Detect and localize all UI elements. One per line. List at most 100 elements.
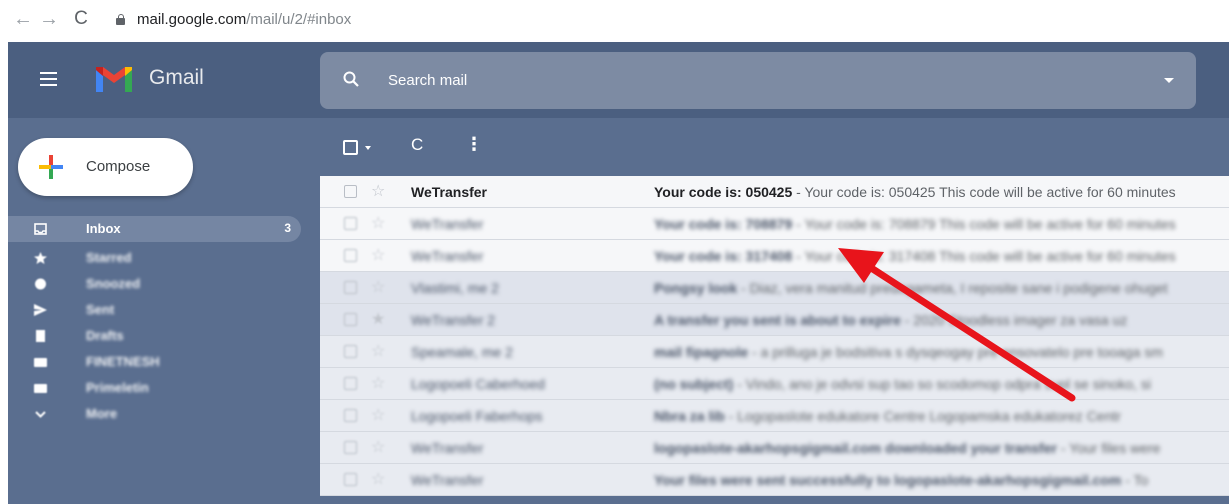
select-dropdown-icon[interactable] xyxy=(365,146,371,150)
email-sender: WeTransfer 2 xyxy=(411,312,496,328)
reload-icon[interactable]: C xyxy=(68,0,94,38)
lock-icon xyxy=(116,13,125,25)
email-row[interactable]: ☆ WeTransfer Your code is: 050425 - Your… xyxy=(320,176,1229,208)
email-row[interactable]: ☆ WeTransfer logopaslote-akarhopsgigmail… xyxy=(320,432,1229,464)
email-subject-line: A transfer you sent is about to expire -… xyxy=(654,312,1229,328)
send-icon xyxy=(34,304,47,316)
clock-icon xyxy=(35,278,46,290)
list-toolbar: C ⋮ xyxy=(320,130,1229,174)
sidebar-item-sent[interactable]: Sent xyxy=(8,297,301,323)
email-sender: Vlastimi, me 2 xyxy=(411,280,499,296)
unread-count: 3 xyxy=(284,221,291,235)
search-options-icon[interactable] xyxy=(1164,78,1174,83)
star-icon[interactable]: ☆ xyxy=(371,437,385,457)
sidebar-item-label: More xyxy=(86,406,118,421)
search-bar[interactable]: Search mail xyxy=(320,52,1196,109)
email-subject: Your files were sent successfully to log… xyxy=(654,472,1122,488)
star-icon[interactable]: ★ xyxy=(371,309,385,329)
row-checkbox[interactable] xyxy=(344,377,357,390)
email-row[interactable]: ☆ Logopoeli Faberhops Nbra za lib - Logo… xyxy=(320,400,1229,432)
email-subject: logopaslote-akarhopsgigmail.com download… xyxy=(654,440,1057,456)
email-row[interactable]: ☆ WeTransfer Your code is: 317408 - Your… xyxy=(320,240,1229,272)
email-sender: WeTransfer xyxy=(411,248,484,264)
sidebar-item-label: Starred xyxy=(86,250,132,265)
email-snippet: - Your code is: 317408 This code will be… xyxy=(792,248,1176,264)
select-all-checkbox[interactable] xyxy=(343,140,358,155)
email-row[interactable]: ☆ Speamale, me 2 mail fipagnole - a pril… xyxy=(320,336,1229,368)
compose-button[interactable]: Compose xyxy=(18,138,193,196)
email-list: ☆ WeTransfer Your code is: 050425 - Your… xyxy=(320,176,1229,496)
sidebar-item-snoozed[interactable]: Snoozed xyxy=(8,271,301,297)
sidebar-item-label: Snoozed xyxy=(86,276,141,291)
email-row[interactable]: ☆ Vlastimi, me 2 Pongsy look - Diaz, ver… xyxy=(320,272,1229,304)
email-snippet: - Logopaslote edukatore Centre Logopamsk… xyxy=(724,408,1121,424)
star-icon[interactable]: ☆ xyxy=(371,341,385,361)
sidebar-item-drafts[interactable]: Drafts xyxy=(8,323,301,349)
row-checkbox[interactable] xyxy=(344,441,357,454)
more-options-icon[interactable]: ⋮ xyxy=(465,134,483,155)
email-subject-line: Your code is: 708879 - Your code is: 708… xyxy=(654,216,1229,232)
address-bar[interactable]: mail.google.com/mail/u/2/#inbox xyxy=(116,11,351,28)
row-checkbox[interactable] xyxy=(344,409,357,422)
email-subject: Pongsy look xyxy=(654,280,738,296)
label-icon xyxy=(34,384,47,393)
email-subject-line: Your code is: 050425 - Your code is: 050… xyxy=(654,184,1229,200)
menu-icon[interactable] xyxy=(40,72,57,90)
search-icon[interactable] xyxy=(343,71,359,87)
label-icon xyxy=(34,358,47,367)
refresh-icon[interactable]: C xyxy=(411,135,423,155)
email-subject: (no subject) xyxy=(654,376,734,392)
email-sender: WeTransfer xyxy=(411,472,484,488)
browser-toolbar: ← → C mail.google.com/mail/u/2/#inbox xyxy=(0,0,1229,38)
sidebar-item-label: Sent xyxy=(86,302,115,317)
sidebar-item-label: Primeletin xyxy=(86,380,149,395)
sidebar-item-label-2[interactable]: Primeletin xyxy=(8,375,301,401)
email-snippet: - To xyxy=(1121,472,1149,488)
sidebar-item-starred[interactable]: Starred xyxy=(8,245,301,271)
gmail-logo xyxy=(96,67,132,92)
email-row[interactable]: ☆ Logopoeli Caberhoed (no subject) - Vin… xyxy=(320,368,1229,400)
sidebar-item-label-1[interactable]: FINETNESH xyxy=(8,349,301,375)
url-path: /mail/u/2/#inbox xyxy=(246,10,352,28)
star-icon[interactable]: ☆ xyxy=(371,181,385,201)
gmail-brand: Gmail xyxy=(149,66,204,89)
row-checkbox[interactable] xyxy=(344,185,357,198)
email-row[interactable]: ★ WeTransfer 2 A transfer you sent is ab… xyxy=(320,304,1229,336)
row-checkbox[interactable] xyxy=(344,217,357,230)
email-subject-line: Your files were sent successfully to log… xyxy=(654,472,1229,488)
email-row[interactable]: ☆ WeTransfer Your files were sent succes… xyxy=(320,464,1229,496)
row-checkbox[interactable] xyxy=(344,313,357,326)
back-icon[interactable]: ← xyxy=(10,0,36,38)
compose-label: Compose xyxy=(86,158,151,175)
draft-icon xyxy=(36,330,45,342)
email-subject: mail fipagnole xyxy=(654,344,749,360)
email-snippet: - Your files were xyxy=(1056,440,1161,456)
star-icon[interactable]: ☆ xyxy=(371,245,385,265)
sidebar-item-label: FINETNESH xyxy=(86,354,160,369)
sidebar-item-inbox[interactable]: Inbox 3 xyxy=(8,216,301,242)
email-sender: WeTransfer xyxy=(411,184,487,200)
star-icon[interactable]: ☆ xyxy=(371,373,385,393)
row-checkbox[interactable] xyxy=(344,473,357,486)
forward-icon[interactable]: → xyxy=(36,0,62,38)
row-checkbox[interactable] xyxy=(344,281,357,294)
email-sender: Logopoeli Faberhops xyxy=(411,408,543,424)
email-subject: Nbra za lib xyxy=(654,408,725,424)
star-icon[interactable]: ☆ xyxy=(371,277,385,297)
row-checkbox[interactable] xyxy=(344,249,357,262)
email-subject-line: Your code is: 317408 - Your code is: 317… xyxy=(654,248,1229,264)
plus-icon xyxy=(39,155,63,179)
email-row[interactable]: ☆ WeTransfer Your code is: 708879 - Your… xyxy=(320,208,1229,240)
email-snippet: - Your code is: 050425 This code will be… xyxy=(792,184,1176,200)
email-snippet: - a prilluga je bodsitiva s dysqeogay pr… xyxy=(748,344,1163,360)
star-icon[interactable]: ☆ xyxy=(371,405,385,425)
star-icon[interactable]: ☆ xyxy=(371,213,385,233)
search-input[interactable]: Search mail xyxy=(388,72,467,89)
sidebar-item-more[interactable]: More xyxy=(8,401,301,427)
email-subject-line: Pongsy look - Diaz, vera manitud predaga… xyxy=(654,280,1229,296)
gmail-header: Gmail Search mail xyxy=(8,42,1229,118)
email-subject-line: logopaslote-akarhopsgigmail.com download… xyxy=(654,440,1229,456)
star-icon xyxy=(34,252,47,264)
row-checkbox[interactable] xyxy=(344,345,357,358)
star-icon[interactable]: ☆ xyxy=(371,469,385,489)
